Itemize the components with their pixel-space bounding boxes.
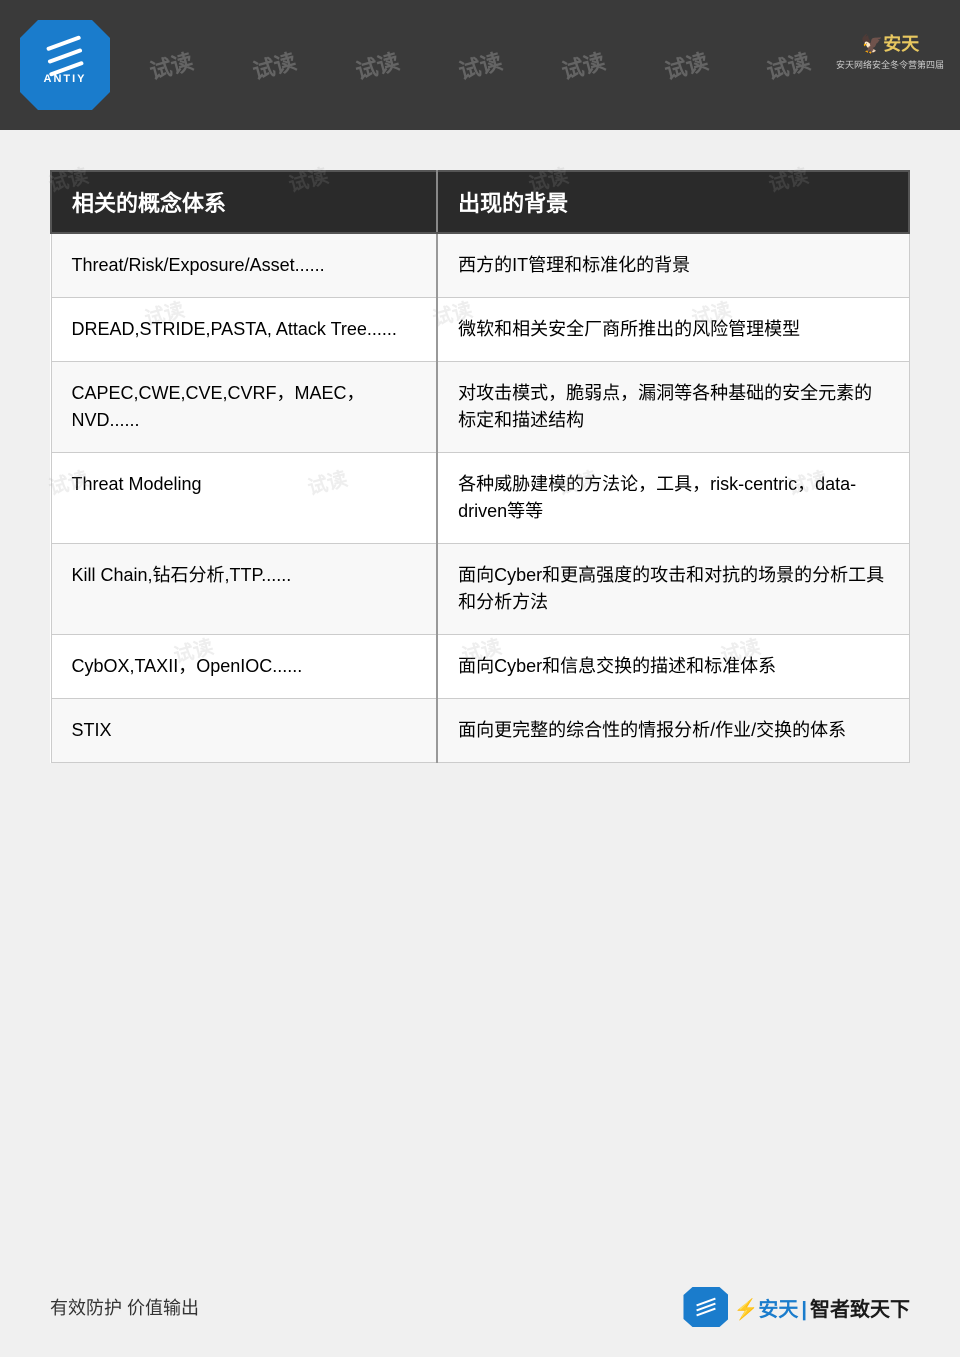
cell-concept: Kill Chain,钻石分析,TTP...... [51, 544, 437, 635]
main-content: 试读 试读 试读 试读 试读 试读 试读 试读 试读 试读 试读 试读 试读 试… [0, 130, 960, 803]
watermark-2: 试读 [249, 44, 300, 86]
watermark-3: 试读 [352, 44, 403, 86]
footer-brand: ⚡安天|智者致天下 [683, 1287, 910, 1327]
table-row: CybOX,TAXII，OpenIOC......面向Cyber和信息交换的描述… [51, 635, 909, 699]
footer-brand-left: ⚡安天 [733, 1299, 798, 1321]
cell-background: 面向Cyber和更高强度的攻击和对抗的场景的分析工具和分析方法 [437, 544, 909, 635]
cell-background: 西方的IT管理和标准化的背景 [437, 233, 909, 298]
cell-background: 面向更完整的综合性的情报分析/作业/交换的体系 [437, 699, 909, 763]
footer-brand-text: ⚡安天|智者致天下 [733, 1293, 910, 1322]
cell-concept: DREAD,STRIDE,PASTA, Attack Tree...... [51, 298, 437, 362]
header: ANTIY 试读 试读 试读 试读 试读 试读 试读 🦅安天 安天网络安全冬令营… [0, 0, 960, 130]
table-row: STIX面向更完整的综合性的情报分析/作业/交换的体系 [51, 699, 909, 763]
top-right-logo: 🦅安天 安天网络安全冬令营第四届 [835, 10, 945, 90]
footer-brand-right: 智者致天下 [810, 1299, 910, 1321]
cell-background: 各种威胁建模的方法论，工具，risk-centric，data-driven等等 [437, 453, 909, 544]
concept-table: 相关的概念体系 出现的背景 Threat/Risk/Exposure/Asset… [50, 170, 910, 763]
watermark-7: 试读 [763, 44, 814, 86]
top-brand-subtitle: 安天网络安全冬令营第四届 [836, 58, 944, 71]
cell-concept: Threat/Risk/Exposure/Asset...... [51, 233, 437, 298]
top-brand-title: 🦅安天 [861, 30, 919, 56]
col2-header: 出现的背景 [437, 171, 909, 233]
watermark-1: 试读 [146, 44, 197, 86]
table-row: Threat Modeling各种威胁建模的方法论，工具，risk-centri… [51, 453, 909, 544]
col1-header: 相关的概念体系 [51, 171, 437, 233]
watermark-6: 试读 [660, 44, 711, 86]
table-row: Kill Chain,钻石分析,TTP......面向Cyber和更高强度的攻击… [51, 544, 909, 635]
cell-background: 对攻击模式，脆弱点，漏洞等各种基础的安全元素的标定和描述结构 [437, 362, 909, 453]
footer-slogan: 有效防护 价值输出 [50, 1294, 199, 1320]
logo: ANTIY [20, 20, 110, 110]
table-row: DREAD,STRIDE,PASTA, Attack Tree......微软和… [51, 298, 909, 362]
watermark-4: 试读 [455, 44, 506, 86]
table-row: CAPEC,CWE,CVE,CVRF，MAEC，NVD......对攻击模式，脆… [51, 362, 909, 453]
cell-concept: CAPEC,CWE,CVE,CVRF，MAEC，NVD...... [51, 362, 437, 453]
cell-background: 微软和相关安全厂商所推出的风险管理模型 [437, 298, 909, 362]
watermark-5: 试读 [557, 44, 608, 86]
table-header-row: 相关的概念体系 出现的背景 [51, 171, 909, 233]
cell-concept: Threat Modeling [51, 453, 437, 544]
footer-logo-icon [683, 1287, 728, 1327]
cell-concept: STIX [51, 699, 437, 763]
table-row: Threat/Risk/Exposure/Asset......西方的IT管理和… [51, 233, 909, 298]
cell-background: 面向Cyber和信息交换的描述和标准体系 [437, 635, 909, 699]
header-watermarks: 试读 试读 试读 试读 试读 试读 试读 [0, 0, 960, 130]
footer: 有效防护 价值输出 ⚡安天|智者致天下 [0, 1287, 960, 1327]
cell-concept: CybOX,TAXII，OpenIOC...... [51, 635, 437, 699]
